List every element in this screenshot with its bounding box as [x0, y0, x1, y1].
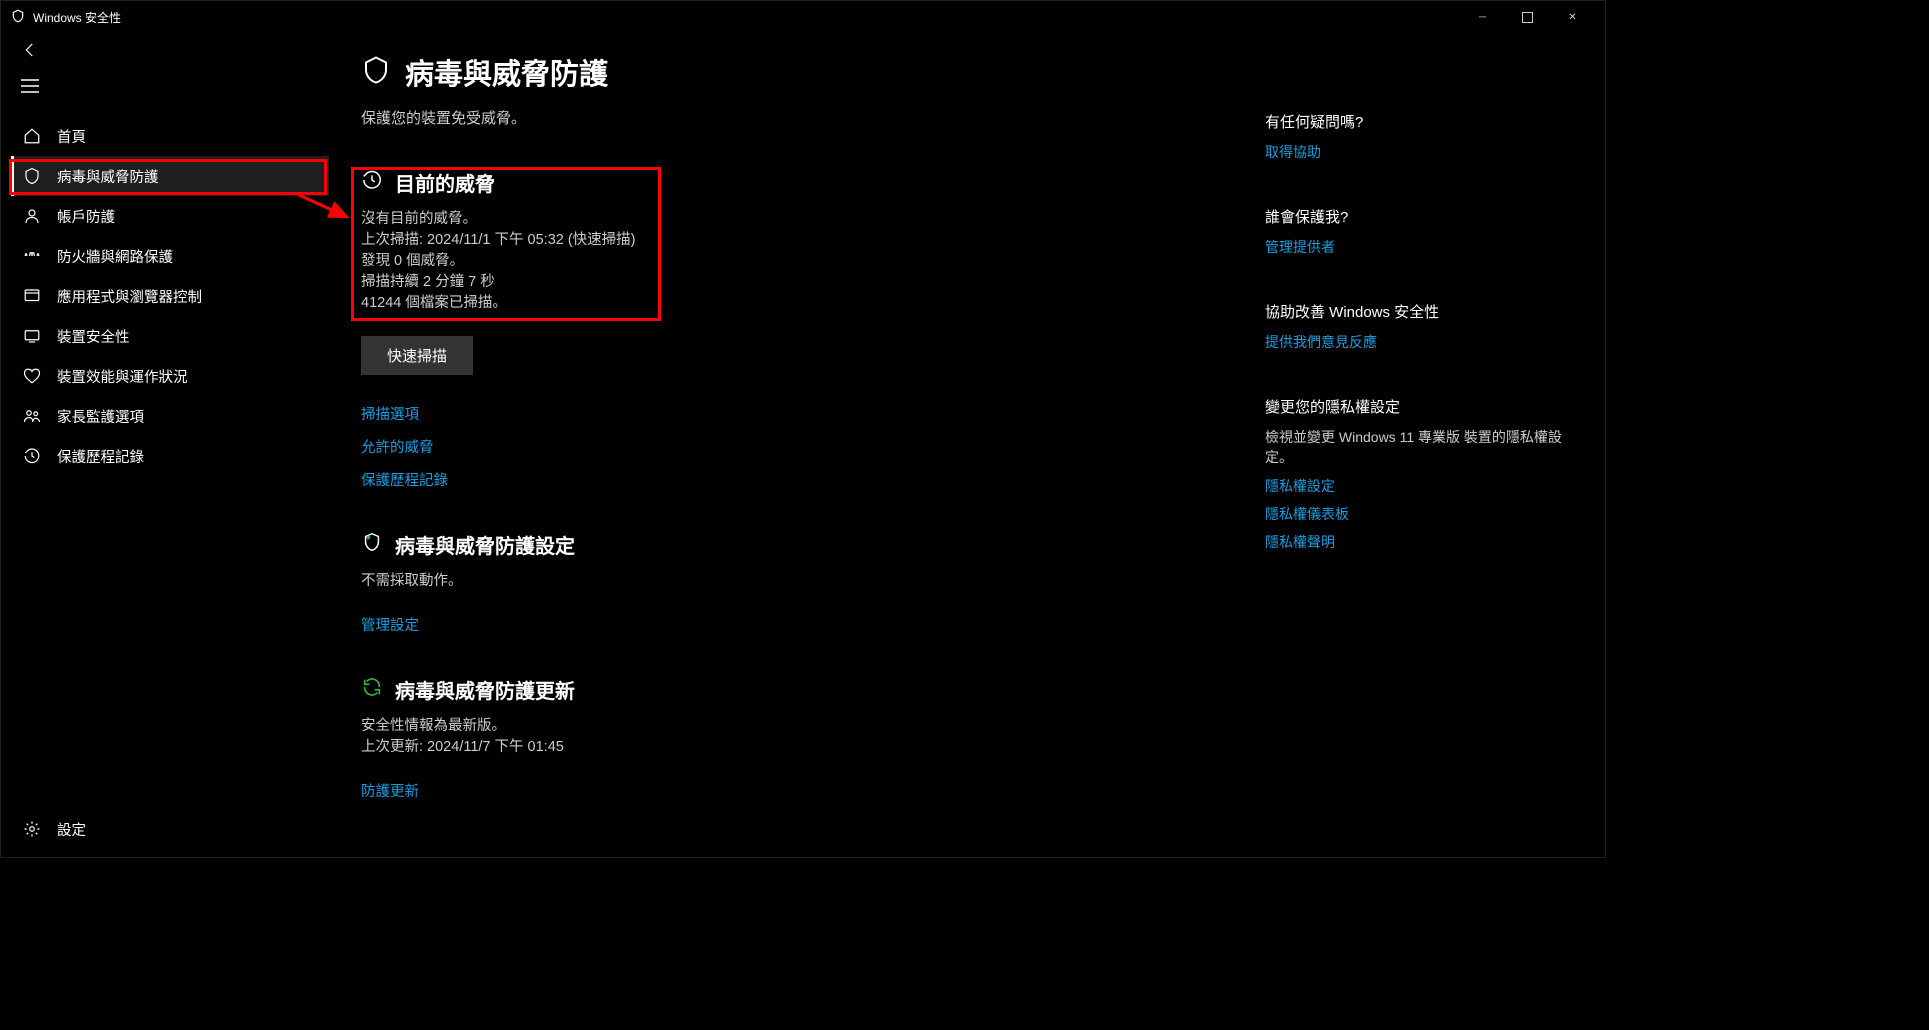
get-help-link[interactable]: 取得協助: [1265, 142, 1565, 162]
page-title: 病毒與威脅防護: [405, 51, 608, 93]
title-bar: Windows 安全性 ─ ✕: [1, 1, 1605, 33]
sidebar-item-settings[interactable]: 設定: [11, 809, 98, 849]
shield-icon: [23, 167, 41, 185]
allowed-threats-link[interactable]: 允許的威脅: [361, 436, 1081, 457]
privacy-statement-link[interactable]: 隱私權聲明: [1265, 532, 1565, 552]
scan-options-link[interactable]: 掃描選項: [361, 403, 1081, 424]
section-title-updates: 病毒與威脅防護更新: [395, 675, 575, 704]
privacy-dashboard-link[interactable]: 隱私權儀表板: [1265, 504, 1565, 524]
last-update: 上次更新: 2024/11/7 下午 01:45: [361, 737, 1081, 758]
right-improve-title: 協助改善 Windows 安全性: [1265, 301, 1565, 322]
maximize-button[interactable]: [1505, 2, 1550, 32]
sidebar-item-family[interactable]: 家長監護選項: [11, 396, 329, 436]
account-icon: [23, 207, 41, 225]
close-button[interactable]: ✕: [1550, 2, 1595, 32]
gear-shield-icon: [361, 531, 383, 558]
protection-updates-link[interactable]: 防護更新: [361, 780, 1081, 801]
shield-icon: [361, 53, 391, 92]
last-scan: 上次掃描: 2024/11/1 下午 05:32 (快速掃描): [361, 230, 1081, 251]
scan-duration: 掃描持續 2 分鐘 7 秒: [361, 272, 1081, 293]
section-title-settings: 病毒與威脅防護設定: [395, 530, 575, 559]
sidebar-label: 首頁: [57, 126, 86, 147]
sidebar-item-firewall[interactable]: 防火牆與網路保護: [11, 236, 329, 276]
sidebar-label: 家長監護選項: [57, 406, 144, 427]
minimize-button[interactable]: ─: [1460, 2, 1505, 32]
feedback-link[interactable]: 提供我們意見反應: [1265, 332, 1565, 352]
right-privacy-title: 變更您的隱私權設定: [1265, 396, 1565, 417]
sidebar-label: 帳戶防護: [57, 206, 115, 227]
sidebar-item-appbrowser[interactable]: 應用程式與瀏覽器控制: [11, 276, 329, 316]
sidebar-label: 裝置效能與運作狀況: [57, 366, 188, 387]
sidebar-label: 設定: [57, 819, 86, 840]
sidebar-label: 保護歷程記錄: [57, 446, 144, 467]
threats-found: 發現 0 個威脅。: [361, 251, 1081, 272]
right-who-title: 誰會保護我?: [1265, 206, 1565, 227]
history-icon: [23, 447, 41, 465]
sidebar-item-history[interactable]: 保護歷程記錄: [11, 436, 329, 476]
section-title-current-threats: 目前的威脅: [395, 168, 495, 197]
sidebar-label: 裝置安全性: [57, 326, 130, 347]
page-subtitle: 保護您的裝置免受威脅。: [361, 107, 1081, 128]
sidebar-item-account[interactable]: 帳戶防護: [11, 196, 329, 236]
hamburger-button[interactable]: [21, 77, 39, 95]
settings-status: 不需採取動作。: [361, 571, 1081, 592]
shield-icon: [11, 9, 25, 26]
firewall-icon: [23, 247, 41, 265]
protection-history-link[interactable]: 保護歷程記錄: [361, 469, 1081, 490]
manage-providers-link[interactable]: 管理提供者: [1265, 237, 1565, 257]
sidebar-item-virus[interactable]: 病毒與威脅防護: [11, 156, 329, 196]
sidebar-label: 應用程式與瀏覽器控制: [57, 286, 202, 307]
back-button[interactable]: [21, 41, 39, 59]
refresh-icon: [361, 676, 383, 703]
privacy-settings-link[interactable]: 隱私權設定: [1265, 476, 1565, 496]
heart-icon: [23, 367, 41, 385]
device-icon: [23, 327, 41, 345]
family-icon: [23, 407, 41, 425]
gear-icon: [23, 820, 41, 838]
history-icon: [361, 169, 383, 196]
sidebar-label: 防火牆與網路保護: [57, 246, 173, 267]
sidebar-label: 病毒與威脅防護: [57, 166, 159, 187]
right-privacy-text: 檢視並變更 Windows 11 專業版 裝置的隱私權設定。: [1265, 427, 1565, 468]
sidebar-item-devicesec[interactable]: 裝置安全性: [11, 316, 329, 356]
right-questions-title: 有任何疑問嗎?: [1265, 111, 1565, 132]
appbrowser-icon: [23, 287, 41, 305]
manage-settings-link[interactable]: 管理設定: [361, 614, 1081, 635]
sidebar: 首頁 病毒與威脅防護 帳戶防護 防火牆與網路保護 應用程式與瀏覽器控制 裝置安全…: [11, 116, 329, 476]
sidebar-item-home[interactable]: 首頁: [11, 116, 329, 156]
sidebar-item-deviceperf[interactable]: 裝置效能與運作狀況: [11, 356, 329, 396]
update-status: 安全性情報為最新版。: [361, 716, 1081, 737]
quick-scan-button[interactable]: 快速掃描: [361, 336, 473, 375]
home-icon: [23, 127, 41, 145]
window-title: Windows 安全性: [33, 9, 121, 26]
files-scanned: 41244 個檔案已掃描。: [361, 293, 1081, 314]
threat-status: 沒有目前的威脅。: [361, 209, 1081, 230]
